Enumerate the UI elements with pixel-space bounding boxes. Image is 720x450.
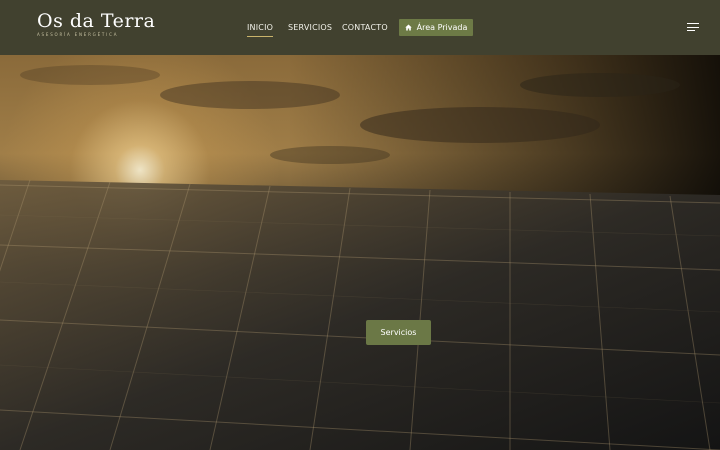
site-header: Os da Terra Asesoría Energética INICIO S… xyxy=(0,0,720,55)
nav-item-servicios[interactable]: SERVICIOS xyxy=(288,23,332,33)
home-icon xyxy=(404,24,412,31)
site-logo[interactable]: Os da Terra Asesoría Energética xyxy=(37,10,155,37)
logo-tagline: Asesoría Energética xyxy=(37,32,119,37)
solar-panels-image xyxy=(0,179,720,450)
private-area-button[interactable]: Área Privada xyxy=(399,19,473,36)
private-area-label: Área Privada xyxy=(416,23,468,32)
nav-item-contacto[interactable]: CONTACTO xyxy=(342,23,388,33)
nav-item-inicio[interactable]: INICIO xyxy=(247,23,274,37)
services-button[interactable]: Servicios xyxy=(366,320,431,345)
hero-banner: Servicios xyxy=(0,55,720,450)
hamburger-menu-icon[interactable] xyxy=(687,22,699,32)
logo-title: Os da Terra xyxy=(37,10,156,32)
